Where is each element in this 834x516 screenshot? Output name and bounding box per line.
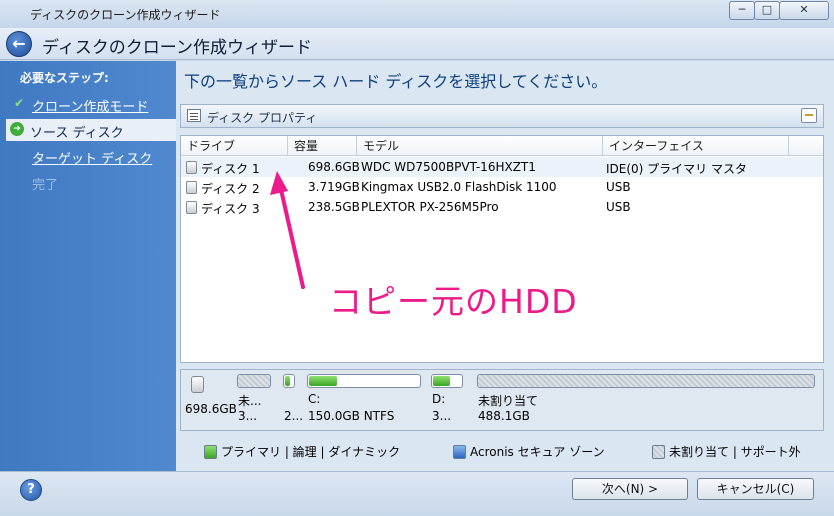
maximize-button[interactable]: □ — [754, 1, 780, 20]
primary-swatch-icon — [204, 445, 217, 459]
annotation-text: コピー元のHDD — [329, 282, 578, 321]
checkmark-icon: ✔ — [13, 96, 25, 110]
minimize-button[interactable]: ─ — [729, 1, 755, 20]
partition-bar — [477, 374, 815, 388]
partition-size: 3... — [238, 409, 258, 423]
partition-bar — [307, 374, 421, 388]
partition-label: D: — [432, 392, 446, 406]
partition-label: 未... — [238, 394, 262, 408]
window-titlebar: ディスクのクローン作成ウィザード ─ □ ✕ — [0, 0, 834, 28]
step-label: ソース ディスク — [30, 126, 124, 141]
next-button[interactable]: 次へ(N) > — [572, 478, 688, 500]
step-source-disk[interactable]: ➜ ソース ディスク — [6, 119, 176, 141]
partition-size: 488.1GB — [478, 409, 530, 423]
partition-label: 未割り当て — [478, 394, 539, 408]
legend-unallocated: 未割り当て | サポート外 — [652, 443, 801, 460]
content-pane: 下の一覧からソース ハード ディスクを選択してください。 ディスク プロパティ … — [176, 61, 834, 471]
step-label: 完了 — [32, 178, 59, 193]
current-step-arrow-icon: ➜ — [10, 122, 24, 136]
wizard-header: ← ディスクのクローン作成ウィザード — [0, 28, 834, 60]
close-button[interactable]: ✕ — [779, 1, 829, 20]
partition[interactable]: C: 150.0GB NTFS — [307, 374, 423, 428]
unallocated-swatch-icon — [652, 445, 665, 459]
window-title: ディスクのクローン作成ウィザード — [30, 8, 221, 22]
secure-zone-swatch-icon — [453, 445, 466, 459]
step-label: クローン作成モード — [32, 100, 149, 115]
hard-disk-icon — [191, 376, 204, 393]
wizard-title: ディスクのクローン作成ウィザード — [42, 38, 312, 58]
steps-pane: 必要なステップ: ✔ クローン作成モード ➜ ソース ディスク ターゲット ディ… — [0, 61, 176, 471]
legend-secure-zone: Acronis セキュア ゾーン — [453, 443, 605, 460]
step-finish: 完了 — [8, 171, 176, 193]
disk-map: 698.6GB 未... 3... 2... C: 150.0GB NTFS D… — [180, 369, 824, 431]
disk-map-disk: 698.6GB — [185, 374, 237, 428]
partition-bar — [431, 374, 463, 388]
help-icon[interactable]: ? — [20, 479, 42, 501]
partition[interactable]: D: 3... — [431, 374, 467, 428]
partition-size: 3... — [432, 409, 452, 423]
partition-label: C: — [308, 392, 321, 406]
legend: プライマリ | 論理 | ダイナミック Acronis セキュア ゾーン 未割り… — [180, 441, 824, 461]
partition[interactable]: 2... — [283, 374, 303, 428]
wizard-footer: ? 次へ(N) > キャンセル(C) — [0, 471, 834, 516]
step-target-disk[interactable]: ターゲット ディスク — [8, 145, 176, 167]
step-label: ターゲット ディスク — [32, 152, 153, 167]
partition-bar — [237, 374, 271, 388]
partition-size: 2... — [284, 409, 304, 423]
cancel-button[interactable]: キャンセル(C) — [697, 478, 814, 500]
partition-size: 150.0GB NTFS — [308, 409, 395, 423]
partition[interactable]: 未... 3... — [237, 374, 273, 428]
legend-primary: プライマリ | 論理 | ダイナミック — [204, 443, 400, 460]
back-arrow-icon[interactable]: ← — [6, 31, 32, 57]
partition-bar — [283, 374, 295, 388]
step-clone-mode[interactable]: ✔ クローン作成モード — [8, 93, 176, 115]
steps-title: 必要なステップ: — [20, 71, 109, 85]
partition[interactable]: 未割り当て 488.1GB — [477, 374, 817, 428]
disk-size: 698.6GB — [185, 402, 237, 416]
